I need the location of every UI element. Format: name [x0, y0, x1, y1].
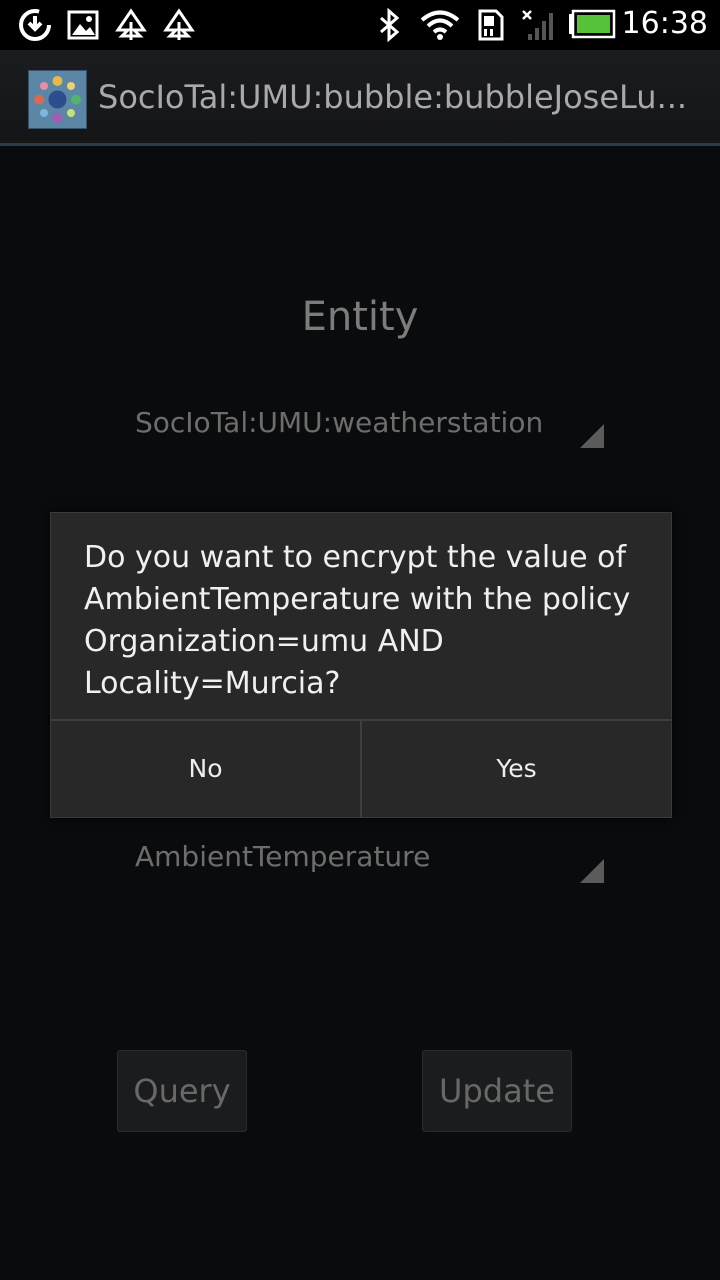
wifi-icon — [420, 10, 460, 40]
encrypt-confirm-dialog: Do you want to encrypt the value of Ambi… — [50, 512, 672, 818]
update-button[interactable]: Update — [422, 1050, 572, 1132]
sim-icon — [478, 9, 504, 41]
dropdown-arrow-icon — [580, 859, 604, 883]
tree-icon — [163, 8, 195, 40]
status-bar: 16:38 — [0, 0, 720, 50]
entity-heading: Entity — [301, 294, 419, 340]
dialog-message: Do you want to encrypt the value of Ambi… — [84, 540, 631, 701]
title-bar: SocIoTal:UMU:bubble:bubbleJoseLu... — [0, 50, 720, 146]
query-button[interactable]: Query — [117, 1050, 247, 1132]
no-button[interactable]: No — [51, 721, 360, 817]
bluetooth-icon — [380, 8, 400, 42]
image-icon — [67, 10, 99, 40]
battery-icon — [569, 9, 616, 39]
status-time: 16:38 — [621, 6, 708, 41]
entity-spinner-value: SocIoTal:UMU:weatherstation — [135, 406, 544, 439]
app-icon — [28, 70, 87, 129]
yes-button[interactable]: Yes — [362, 721, 671, 817]
signal-icon — [522, 10, 553, 40]
dropdown-arrow-icon — [580, 424, 604, 448]
app-title: SocIoTal:UMU:bubble:bubbleJoseLu... — [98, 78, 688, 116]
attribute-spinner-value: AmbientTemperature — [135, 840, 431, 873]
tree-icon — [115, 8, 147, 40]
download-icon — [19, 9, 51, 41]
